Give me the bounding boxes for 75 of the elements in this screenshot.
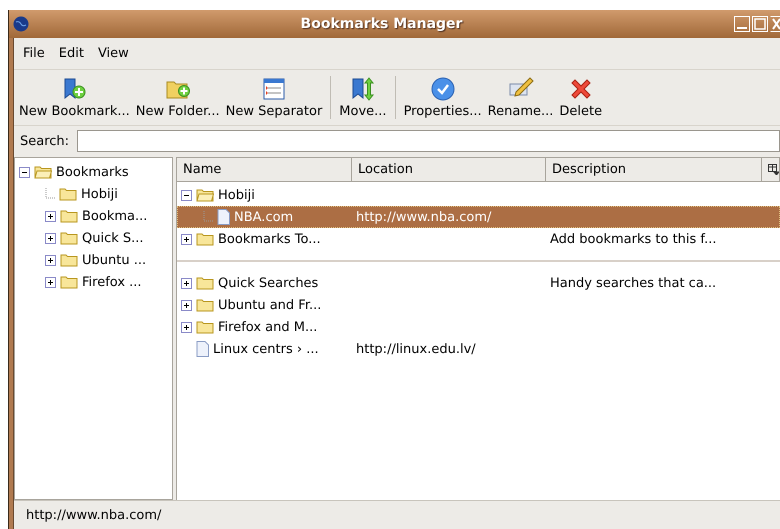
folder-icon <box>60 209 78 223</box>
folder-label[interactable]: Firefox ... <box>82 274 142 290</box>
check-circle-icon <box>430 76 456 102</box>
folder-label[interactable]: Ubuntu ... <box>82 252 146 268</box>
folder-icon <box>59 187 77 201</box>
expand-icon[interactable] <box>45 210 56 222</box>
expand-icon[interactable] <box>181 300 192 310</box>
folder-icon <box>196 298 214 312</box>
maximize-icon[interactable] <box>752 16 768 32</box>
tree-connector <box>45 188 55 200</box>
window-list-icon <box>260 76 287 102</box>
name-cell: NBA.com <box>234 210 294 224</box>
name-cell: Bookmarks To... <box>218 232 321 246</box>
expand-icon[interactable] <box>45 276 56 288</box>
name-cell: Firefox and M... <box>218 320 318 334</box>
folder-label[interactable]: Quick S... <box>82 230 144 246</box>
toolbar-button[interactable]: Delete <box>556 74 606 121</box>
toolbar-button[interactable]: New Separator <box>222 74 326 121</box>
expand-icon[interactable] <box>181 278 192 288</box>
search-label: Search: <box>20 134 70 148</box>
window-title: Bookmarks Manager <box>300 16 464 32</box>
expand-icon[interactable] <box>45 254 56 266</box>
folder-label[interactable]: Hobiji <box>81 186 118 202</box>
expand-icon[interactable] <box>181 322 192 332</box>
bookmark-row[interactable]: NBA.com http://www.nba.com/ <box>177 206 780 228</box>
toolbar-button[interactable]: New Bookmark... <box>16 74 133 121</box>
status-bar: http://www.nba.com/ <box>14 500 780 529</box>
folder-icon <box>60 275 78 289</box>
description-cell-text: Handy searches that ca... <box>549 276 718 290</box>
folder-row[interactable]: Quick Searches Handy searches that ca... <box>177 272 780 294</box>
search-field[interactable] <box>77 130 780 152</box>
toolbar-button[interactable]: Properties... <box>400 74 485 121</box>
folder-row[interactable]: Bookmarks To... Add bookmarks to this f... <box>177 228 780 250</box>
name-cell: Hobiji <box>218 188 255 202</box>
document-icon <box>196 341 209 357</box>
folder-label[interactable]: Bookmarks <box>56 164 129 180</box>
name-cell: Linux centrs › ... <box>213 342 319 356</box>
name-cell: Ubuntu and Fr... <box>218 298 322 312</box>
document-icon <box>217 209 230 225</box>
toolbar-button[interactable]: Move... <box>336 74 390 121</box>
location-cell-text: http://www.nba.com/ <box>355 210 492 224</box>
bookmark-arrows-icon <box>350 76 376 102</box>
folder-icon <box>60 231 78 245</box>
collapse-icon[interactable] <box>181 190 192 200</box>
menu-item[interactable]: Edit <box>54 44 89 63</box>
open-folder-icon <box>34 165 52 179</box>
column-picker-icon[interactable] <box>768 164 779 175</box>
menu-item[interactable]: File <box>18 44 50 63</box>
folder-label[interactable]: Bookma... <box>82 208 148 224</box>
column-header[interactable]: Location <box>352 158 546 182</box>
folder-row[interactable]: Ubuntu and Fr... <box>177 294 780 316</box>
name-cell: Quick Searches <box>218 276 318 290</box>
bookmark-row[interactable]: Linux centrs › ... http://linux.edu.lv/ <box>177 338 780 360</box>
folder-icon <box>196 232 214 246</box>
folder-row[interactable]: Hobiji <box>177 184 780 206</box>
close-icon[interactable] <box>770 16 780 32</box>
column-header[interactable]: Name <box>177 158 352 182</box>
minimize-icon[interactable] <box>734 16 750 32</box>
folder-icon <box>60 253 78 267</box>
description-cell-text: Add bookmarks to this f... <box>549 232 718 246</box>
column-picker[interactable] <box>762 158 780 182</box>
expand-icon[interactable] <box>181 234 192 244</box>
menu-item[interactable]: View <box>92 44 134 63</box>
open-folder-icon <box>196 188 214 202</box>
location-cell-text: http://linux.edu.lv/ <box>355 342 477 356</box>
collapse-icon[interactable] <box>19 166 30 178</box>
tree-connector <box>203 211 213 223</box>
folder-row[interactable]: Firefox and M... <box>177 316 780 338</box>
folder-icon <box>196 320 214 334</box>
toolbar-button[interactable]: New Folder... <box>132 74 223 121</box>
globe-icon <box>13 16 29 32</box>
folder-icon <box>196 276 214 290</box>
column-header[interactable]: Description <box>546 158 762 182</box>
expand-icon[interactable] <box>45 232 56 244</box>
toolbar-button[interactable]: Rename... <box>484 74 556 121</box>
